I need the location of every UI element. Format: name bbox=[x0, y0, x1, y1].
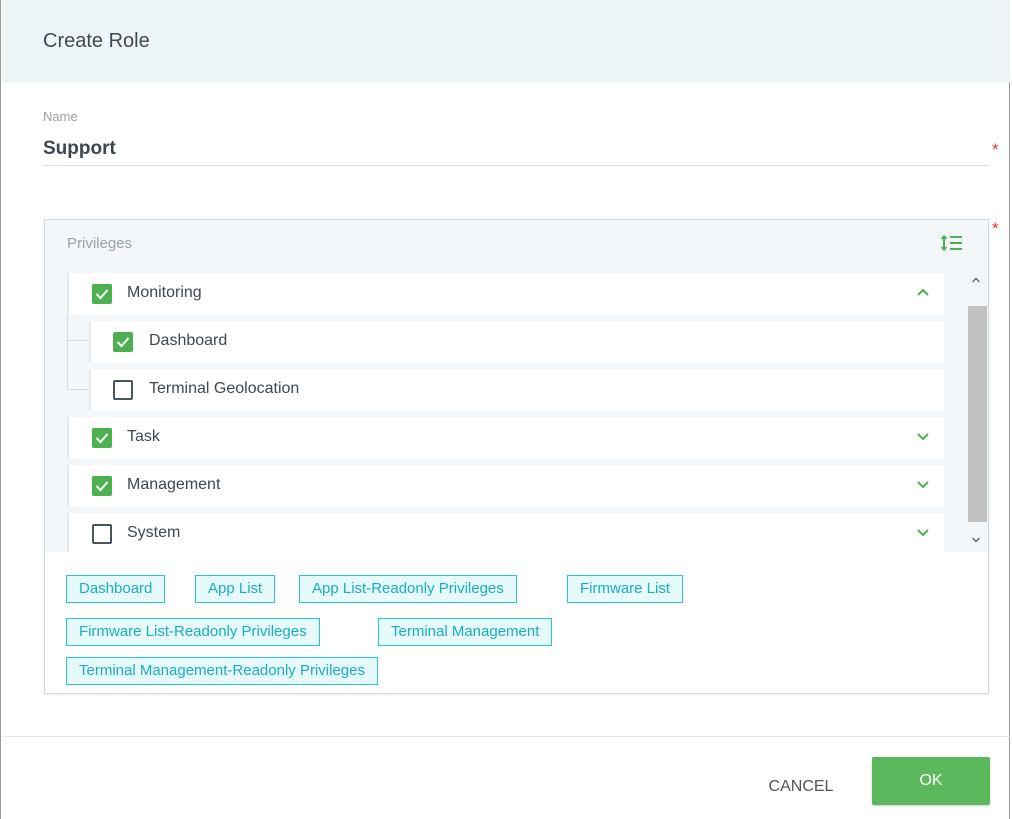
dashboard-checkbox[interactable] bbox=[113, 332, 133, 352]
tree-item-terminal-geolocation[interactable]: Terminal Geolocation bbox=[89, 369, 944, 411]
tree-item-label: Management bbox=[127, 476, 221, 493]
chevron-down-icon[interactable] bbox=[916, 479, 930, 489]
task-checkbox[interactable] bbox=[92, 428, 112, 448]
name-required-marker: * bbox=[992, 140, 999, 159]
management-checkbox[interactable] bbox=[92, 476, 112, 496]
privileges-header: Privileges bbox=[45, 220, 988, 270]
terminal-geolocation-checkbox[interactable] bbox=[113, 380, 133, 400]
tree-item-monitoring[interactable]: Monitoring bbox=[67, 273, 944, 315]
name-input[interactable]: Support bbox=[43, 138, 116, 160]
tree-connector bbox=[67, 389, 89, 390]
tree-item-task[interactable]: Task bbox=[67, 417, 944, 459]
chevron-up-icon[interactable] bbox=[916, 287, 930, 297]
privilege-tag[interactable]: Firmware List bbox=[567, 575, 684, 603]
tree-scrollbar[interactable] bbox=[966, 270, 988, 552]
privilege-tag[interactable]: Terminal Management bbox=[378, 618, 553, 646]
tree-item-system[interactable]: System bbox=[67, 513, 944, 552]
dialog-header: Create Role bbox=[2, 0, 1010, 82]
chevron-down-icon[interactable] bbox=[916, 431, 930, 441]
sort-list-icon[interactable] bbox=[940, 233, 964, 253]
create-role-dialog: Create Role Name Support * * Privileges bbox=[0, 0, 1010, 819]
name-input-underline bbox=[43, 165, 990, 166]
tree-item-label: Terminal Geolocation bbox=[149, 380, 300, 397]
privileges-panel: Privileges Monitoring Dashboard Terminal… bbox=[44, 219, 989, 694]
tree-connector bbox=[67, 316, 68, 390]
monitoring-checkbox[interactable] bbox=[92, 284, 112, 304]
scroll-up-icon[interactable] bbox=[971, 276, 981, 284]
scrollbar-thumb[interactable] bbox=[968, 306, 987, 522]
privileges-required-marker: * bbox=[992, 219, 999, 238]
system-checkbox[interactable] bbox=[92, 524, 112, 544]
cancel-button[interactable]: CANCEL bbox=[746, 770, 856, 804]
scroll-down-icon[interactable] bbox=[971, 536, 981, 544]
privilege-tag[interactable]: App List-Readonly Privileges bbox=[299, 575, 517, 603]
tree-item-label: System bbox=[127, 524, 181, 541]
tree-item-label: Monitoring bbox=[127, 284, 202, 301]
privilege-tag[interactable]: Firmware List-Readonly Privileges bbox=[66, 618, 320, 646]
privileges-tree: Monitoring Dashboard Terminal Geolocatio… bbox=[45, 270, 988, 552]
privileges-title: Privileges bbox=[67, 235, 133, 252]
privilege-tag[interactable]: Terminal Management-Readonly Privileges bbox=[66, 657, 378, 685]
tree-item-dashboard[interactable]: Dashboard bbox=[89, 321, 944, 363]
tree-item-management[interactable]: Management bbox=[67, 465, 944, 507]
name-field-label: Name bbox=[43, 109, 78, 124]
tree-connector bbox=[67, 340, 89, 341]
footer-divider bbox=[2, 736, 1010, 737]
privilege-tag[interactable]: App List bbox=[195, 575, 276, 603]
ok-button[interactable]: OK bbox=[872, 757, 990, 805]
tree-item-label: Task bbox=[127, 428, 160, 445]
privilege-tag[interactable]: Dashboard bbox=[66, 575, 166, 603]
tree-item-label: Dashboard bbox=[149, 332, 228, 349]
chevron-down-icon[interactable] bbox=[916, 527, 930, 537]
dialog-title: Create Role bbox=[43, 30, 150, 52]
